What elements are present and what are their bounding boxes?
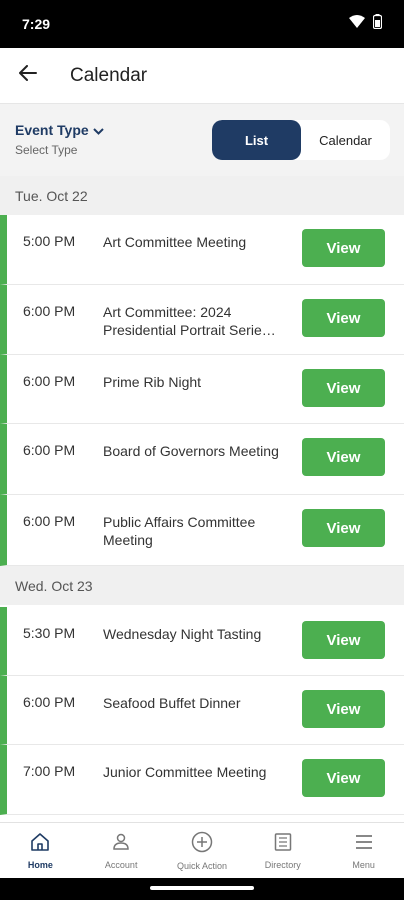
nav-quick-action-label: Quick Action <box>176 860 227 871</box>
nav-menu[interactable]: Menu <box>323 823 404 878</box>
event-title: Art Committee Meeting <box>103 234 247 250</box>
event-time: 5:30 PM <box>23 625 76 641</box>
event-title: Junior Committee Meeting <box>103 764 267 780</box>
view-button[interactable]: View <box>302 759 385 797</box>
menu-icon <box>354 832 374 857</box>
home-icon <box>30 832 50 857</box>
event-time: 6:00 PM <box>23 442 76 458</box>
status-time: 7:29 <box>22 16 51 32</box>
app-header: Calendar <box>0 48 404 104</box>
page-title: Calendar <box>70 64 148 86</box>
view-toggle: List Calendar <box>212 120 390 160</box>
plus-circle-icon <box>191 831 213 858</box>
nav-menu-label: Menu <box>352 859 375 870</box>
date-header: Tue. Oct 22 <box>0 176 404 215</box>
nav-account[interactable]: Account <box>81 823 162 878</box>
event-title: Board of Governors Meeting <box>103 443 279 459</box>
list-icon <box>273 832 293 857</box>
event-row: 6:00 PM Seafood Buffet Dinner View <box>0 676 404 745</box>
back-arrow-icon <box>19 65 37 86</box>
event-row: 6:00 PM Board of Governors Meeting View <box>0 424 404 495</box>
event-time: 7:00 PM <box>23 763 76 779</box>
event-time: 5:00 PM <box>23 233 76 249</box>
status-icons <box>349 14 383 34</box>
nav-home-label: Home <box>27 859 53 870</box>
event-type-dropdown[interactable]: Event Type Select Type <box>15 122 104 157</box>
view-button[interactable]: View <box>302 438 385 476</box>
nav-directory-label: Directory <box>264 859 301 870</box>
event-title: Seafood Buffet Dinner <box>103 695 241 711</box>
person-icon <box>111 832 131 857</box>
event-time: 6:00 PM <box>23 694 76 710</box>
event-title: Art Committee: 2024 Presidential Portrai… <box>103 304 276 338</box>
chevron-down-icon <box>92 122 104 138</box>
back-button[interactable] <box>0 48 56 104</box>
event-title: Prime Rib Night <box>103 374 202 390</box>
event-row: 6:00 PM Art Committee: 2024 Presidential… <box>0 285 404 355</box>
date-header: Wed. Oct 23 <box>0 566 404 605</box>
system-gesture-area <box>0 878 404 900</box>
wifi-icon <box>349 15 365 33</box>
event-title: Public Affairs Committee Meeting <box>103 514 256 548</box>
event-row: 5:00 PM Art Committee Meeting View <box>0 215 404 285</box>
event-row: 5:30 PM Wednesday Night Tasting View <box>0 607 404 676</box>
home-indicator[interactable] <box>150 886 254 890</box>
event-row: 6:00 PM Public Affairs Committee Meeting… <box>0 495 404 566</box>
view-button[interactable]: View <box>302 369 385 407</box>
event-time: 6:00 PM <box>23 513 76 529</box>
view-button[interactable]: View <box>302 299 385 337</box>
calendar-view-button[interactable]: Calendar <box>301 120 390 160</box>
nav-home[interactable]: Home <box>0 823 81 878</box>
nav-directory[interactable]: Directory <box>242 823 323 878</box>
view-button[interactable]: View <box>302 509 385 547</box>
event-title: Wednesday Night Tasting <box>103 626 262 642</box>
event-time: 6:00 PM <box>23 373 76 389</box>
bottom-nav: Home Account Quick Action Directory Menu <box>0 822 404 878</box>
event-type-label: Event Type <box>15 122 89 138</box>
view-button[interactable]: View <box>302 621 385 659</box>
event-type-placeholder: Select Type <box>15 143 78 157</box>
event-row: 6:00 PM Prime Rib Night View <box>0 355 404 424</box>
filter-bar: Event Type Select Type List Calendar <box>0 104 404 176</box>
event-time: 6:00 PM <box>23 303 76 319</box>
list-view-button[interactable]: List <box>212 120 301 160</box>
nav-quick-action[interactable]: Quick Action <box>162 823 243 878</box>
event-row: 7:00 PM Junior Committee Meeting View <box>0 745 404 815</box>
status-bar: 7:29 <box>0 0 404 48</box>
nav-account-label: Account <box>104 859 138 870</box>
view-button[interactable]: View <box>302 690 385 728</box>
view-button[interactable]: View <box>302 229 385 267</box>
battery-icon <box>372 14 383 34</box>
